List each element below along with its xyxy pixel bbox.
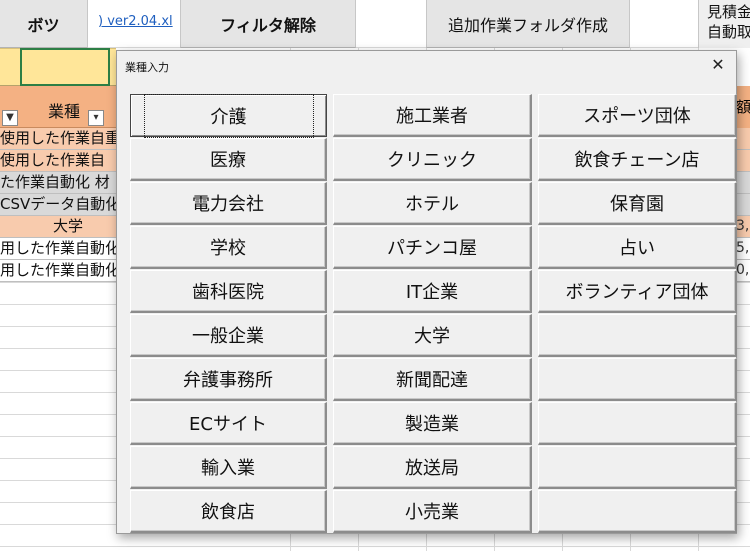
filter-clear-label: フィルタ解除 (220, 15, 316, 35)
industry-button-label: 医療 (210, 150, 246, 171)
industry-button-contractor[interactable]: 施工業者 (333, 94, 532, 137)
amount-cell[interactable] (736, 172, 750, 194)
industry-button-label: 保育園 (610, 194, 664, 215)
estimate-button[interactable]: 見積金 自動取 (698, 0, 750, 48)
industry-header: 業種 (48, 102, 81, 121)
industry-button-label: ボランティア団体 (565, 282, 709, 303)
table-row[interactable]: 用した作業自動化 (0, 238, 116, 260)
industry-button-label: 学校 (210, 238, 246, 259)
table-row[interactable]: 用した作業自動化 (0, 260, 116, 282)
filter-active-icon[interactable]: ▼ (2, 110, 18, 126)
table-row[interactable]: 使用した作業自重 (0, 128, 116, 150)
industry-button-label: ホテル (405, 194, 459, 215)
industry-button-school[interactable]: 学校 (130, 226, 327, 269)
industry-button-it[interactable]: IT企業 (333, 270, 532, 313)
industry-button-grid: 介護 施工業者 スポーツ団体 医療 クリニック 飲食チェーン店 電力会社 ホテル… (130, 93, 737, 533)
industry-button-label: 小売業 (405, 502, 459, 523)
industry-button-empty[interactable] (538, 314, 737, 357)
industry-button-manufacturing[interactable]: 製造業 (333, 402, 532, 445)
filter-clear-button[interactable]: フィルタ解除 (180, 0, 356, 48)
industry-button-label: 介護 (143, 93, 314, 138)
industry-button-empty[interactable] (538, 402, 737, 445)
industry-input-dialog: 業種入力 ✕ 介護 施工業者 スポーツ団体 医療 クリニック 飲食チェーン店 電… (116, 50, 737, 534)
industry-button-pachinko[interactable]: パチンコ屋 (333, 226, 532, 269)
industry-button-label: 弁護事務所 (183, 370, 273, 391)
industry-button-empty[interactable] (538, 358, 737, 401)
bots-button-label: ボツ (27, 15, 60, 35)
estimate-line1: 見積金 (707, 3, 750, 21)
industry-button-label: クリニック (387, 150, 477, 171)
industry-button-newspaper[interactable]: 新聞配達 (333, 358, 532, 401)
industry-button-label: 歯科医院 (192, 282, 264, 303)
industry-button-label: 製造業 (405, 414, 459, 435)
industry-button-empty[interactable] (538, 490, 737, 533)
industry-button-retail[interactable]: 小売業 (333, 490, 532, 533)
table-row[interactable]: 使用した作業自 (0, 150, 116, 172)
bots-button[interactable]: ボツ (0, 0, 88, 48)
create-folder-button[interactable]: 追加作業フォルダ作成 (426, 0, 630, 48)
empty-top-cell-2 (630, 0, 698, 48)
dialog-title: 業種入力 (125, 61, 169, 74)
industry-button-university[interactable]: 大学 (333, 314, 532, 357)
industry-button-clinic[interactable]: クリニック (333, 138, 532, 181)
industry-button-broadcast[interactable]: 放送局 (333, 446, 532, 489)
industry-button-fortune[interactable]: 占い (538, 226, 737, 269)
industry-button-general-company[interactable]: 一般企業 (130, 314, 327, 357)
industry-button-label: IT企業 (405, 282, 459, 303)
industry-button-import[interactable]: 輸入業 (130, 446, 327, 489)
industry-button-empty[interactable] (538, 446, 737, 489)
amount-cell[interactable] (736, 194, 750, 216)
industry-button-label: 占い (619, 238, 655, 259)
industry-button-label: 輸入業 (201, 458, 255, 479)
industry-button-power-company[interactable]: 電力会社 (130, 182, 327, 225)
industry-button-label: 放送局 (405, 458, 459, 479)
close-icon[interactable]: ✕ (706, 55, 730, 75)
industry-button-nursery[interactable]: 保育園 (538, 182, 737, 225)
industry-button-restaurant-chain[interactable]: 飲食チェーン店 (538, 138, 737, 181)
industry-button-sports[interactable]: スポーツ団体 (538, 94, 737, 137)
industry-button-law-office[interactable]: 弁護事務所 (130, 358, 327, 401)
industry-button-label: スポーツ団体 (583, 106, 691, 127)
selected-cell[interactable] (20, 48, 110, 86)
industry-button-label: 施工業者 (396, 106, 468, 127)
industry-button-hotel[interactable]: ホテル (333, 182, 532, 225)
industry-button-label: 飲食チェーン店 (574, 150, 700, 171)
table-row[interactable]: た作業自動化 材 (0, 172, 116, 194)
industry-button-volunteer[interactable]: ボランティア団体 (538, 270, 737, 313)
amount-cell[interactable] (736, 150, 750, 172)
industry-button-kaigo[interactable]: 介護 (130, 93, 327, 138)
amount-cell[interactable]: 3, (736, 216, 750, 238)
estimate-line2: 自動取 (707, 23, 750, 41)
empty-top-cell (356, 0, 426, 48)
amount-header: 額 (736, 86, 750, 128)
industry-button-label: 飲食店 (201, 502, 255, 523)
table-row[interactable]: 大学 (0, 216, 116, 238)
industry-button-label: 電力会社 (192, 194, 264, 215)
industry-button-restaurant[interactable]: 飲食店 (130, 490, 327, 533)
industry-button-label: 新聞配達 (396, 370, 468, 391)
amount-cell[interactable]: 5, (736, 238, 750, 260)
excel-window: ボツ ) ver2.04.xl フィルタ解除 追加作業フォルダ作成 見積金 自動… (0, 0, 750, 551)
filter-dropdown-icon[interactable]: ▾ (88, 110, 104, 126)
amount-cell[interactable]: 0, (736, 260, 750, 282)
table-row[interactable]: CSVデータ自動化 (0, 194, 116, 216)
file-link[interactable]: ) ver2.04.xl (98, 14, 173, 29)
amount-cell[interactable] (736, 128, 750, 150)
industry-button-label: 大学 (414, 326, 450, 347)
industry-button-medical[interactable]: 医療 (130, 138, 327, 181)
industry-button-ec-site[interactable]: ECサイト (130, 402, 327, 445)
industry-button-label: 一般企業 (192, 326, 264, 347)
industry-button-dental[interactable]: 歯科医院 (130, 270, 327, 313)
create-folder-label: 追加作業フォルダ作成 (447, 15, 608, 35)
industry-button-label: ECサイト (189, 414, 267, 435)
industry-button-label: パチンコ屋 (387, 238, 477, 259)
